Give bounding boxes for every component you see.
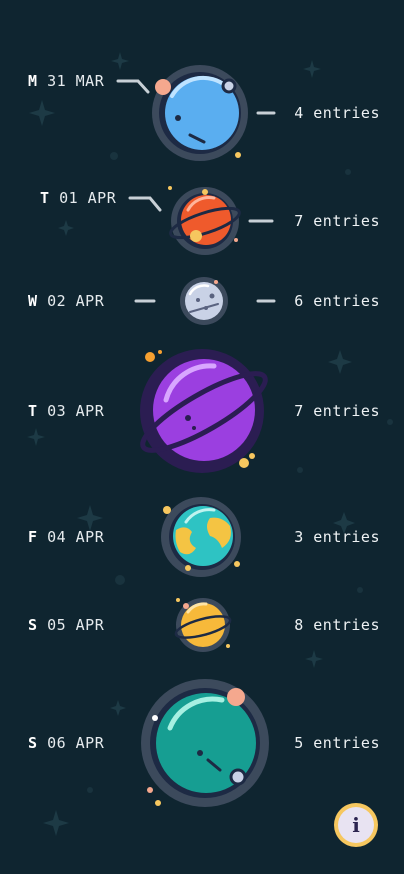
- day-row-5[interactable]: F 04 APR 3 entries: [0, 528, 404, 547]
- day-label: S 05 APR: [28, 616, 104, 634]
- day-date: 06 APR: [47, 734, 105, 752]
- entries-count[interactable]: 3 entries: [294, 528, 380, 546]
- day-row-2[interactable]: T 01 APR: [0, 189, 404, 208]
- day-letter: S: [28, 734, 38, 752]
- info-button[interactable]: i: [334, 803, 378, 847]
- day-label: F 04 APR: [28, 528, 104, 546]
- day-date: 31 MAR: [47, 72, 105, 90]
- day-letter: T: [28, 402, 38, 420]
- day-label: T 03 APR: [28, 402, 104, 420]
- day-label: S 06 APR: [28, 734, 104, 752]
- app-root: M 31 MAR 4 entries T 01 APR 7 entries W …: [0, 0, 404, 874]
- day-letter: W: [28, 292, 38, 310]
- day-letter: F: [28, 528, 38, 546]
- day-label: T 01 APR: [40, 189, 116, 207]
- day-label: M 31 MAR: [28, 72, 104, 90]
- entries-row-1: 4 entries: [0, 104, 404, 123]
- day-letter: S: [28, 616, 38, 634]
- day-date: 04 APR: [47, 528, 105, 546]
- entries-count[interactable]: 5 entries: [294, 734, 380, 752]
- day-date: 02 APR: [47, 292, 105, 310]
- day-row-3[interactable]: W 02 APR 6 entries: [0, 292, 404, 311]
- entries-row-2: 7 entries: [0, 212, 404, 231]
- day-label: W 02 APR: [28, 292, 104, 310]
- day-date: 03 APR: [47, 402, 105, 420]
- day-row-7[interactable]: S 06 APR 5 entries: [0, 734, 404, 753]
- entries-count[interactable]: 7 entries: [294, 402, 380, 420]
- entries-count[interactable]: 8 entries: [294, 616, 380, 634]
- day-row-1[interactable]: M 31 MAR: [0, 72, 404, 91]
- entries-count[interactable]: 4 entries: [294, 104, 380, 122]
- info-icon: i: [338, 807, 374, 843]
- day-letter: M: [28, 72, 38, 90]
- day-date: 05 APR: [47, 616, 105, 634]
- day-date: 01 APR: [59, 189, 117, 207]
- day-row-6[interactable]: S 05 APR 8 entries: [0, 616, 404, 635]
- day-letter: T: [40, 189, 50, 207]
- entries-count[interactable]: 6 entries: [294, 292, 380, 310]
- entries-count[interactable]: 7 entries: [294, 212, 380, 230]
- day-row-4[interactable]: T 03 APR 7 entries: [0, 402, 404, 421]
